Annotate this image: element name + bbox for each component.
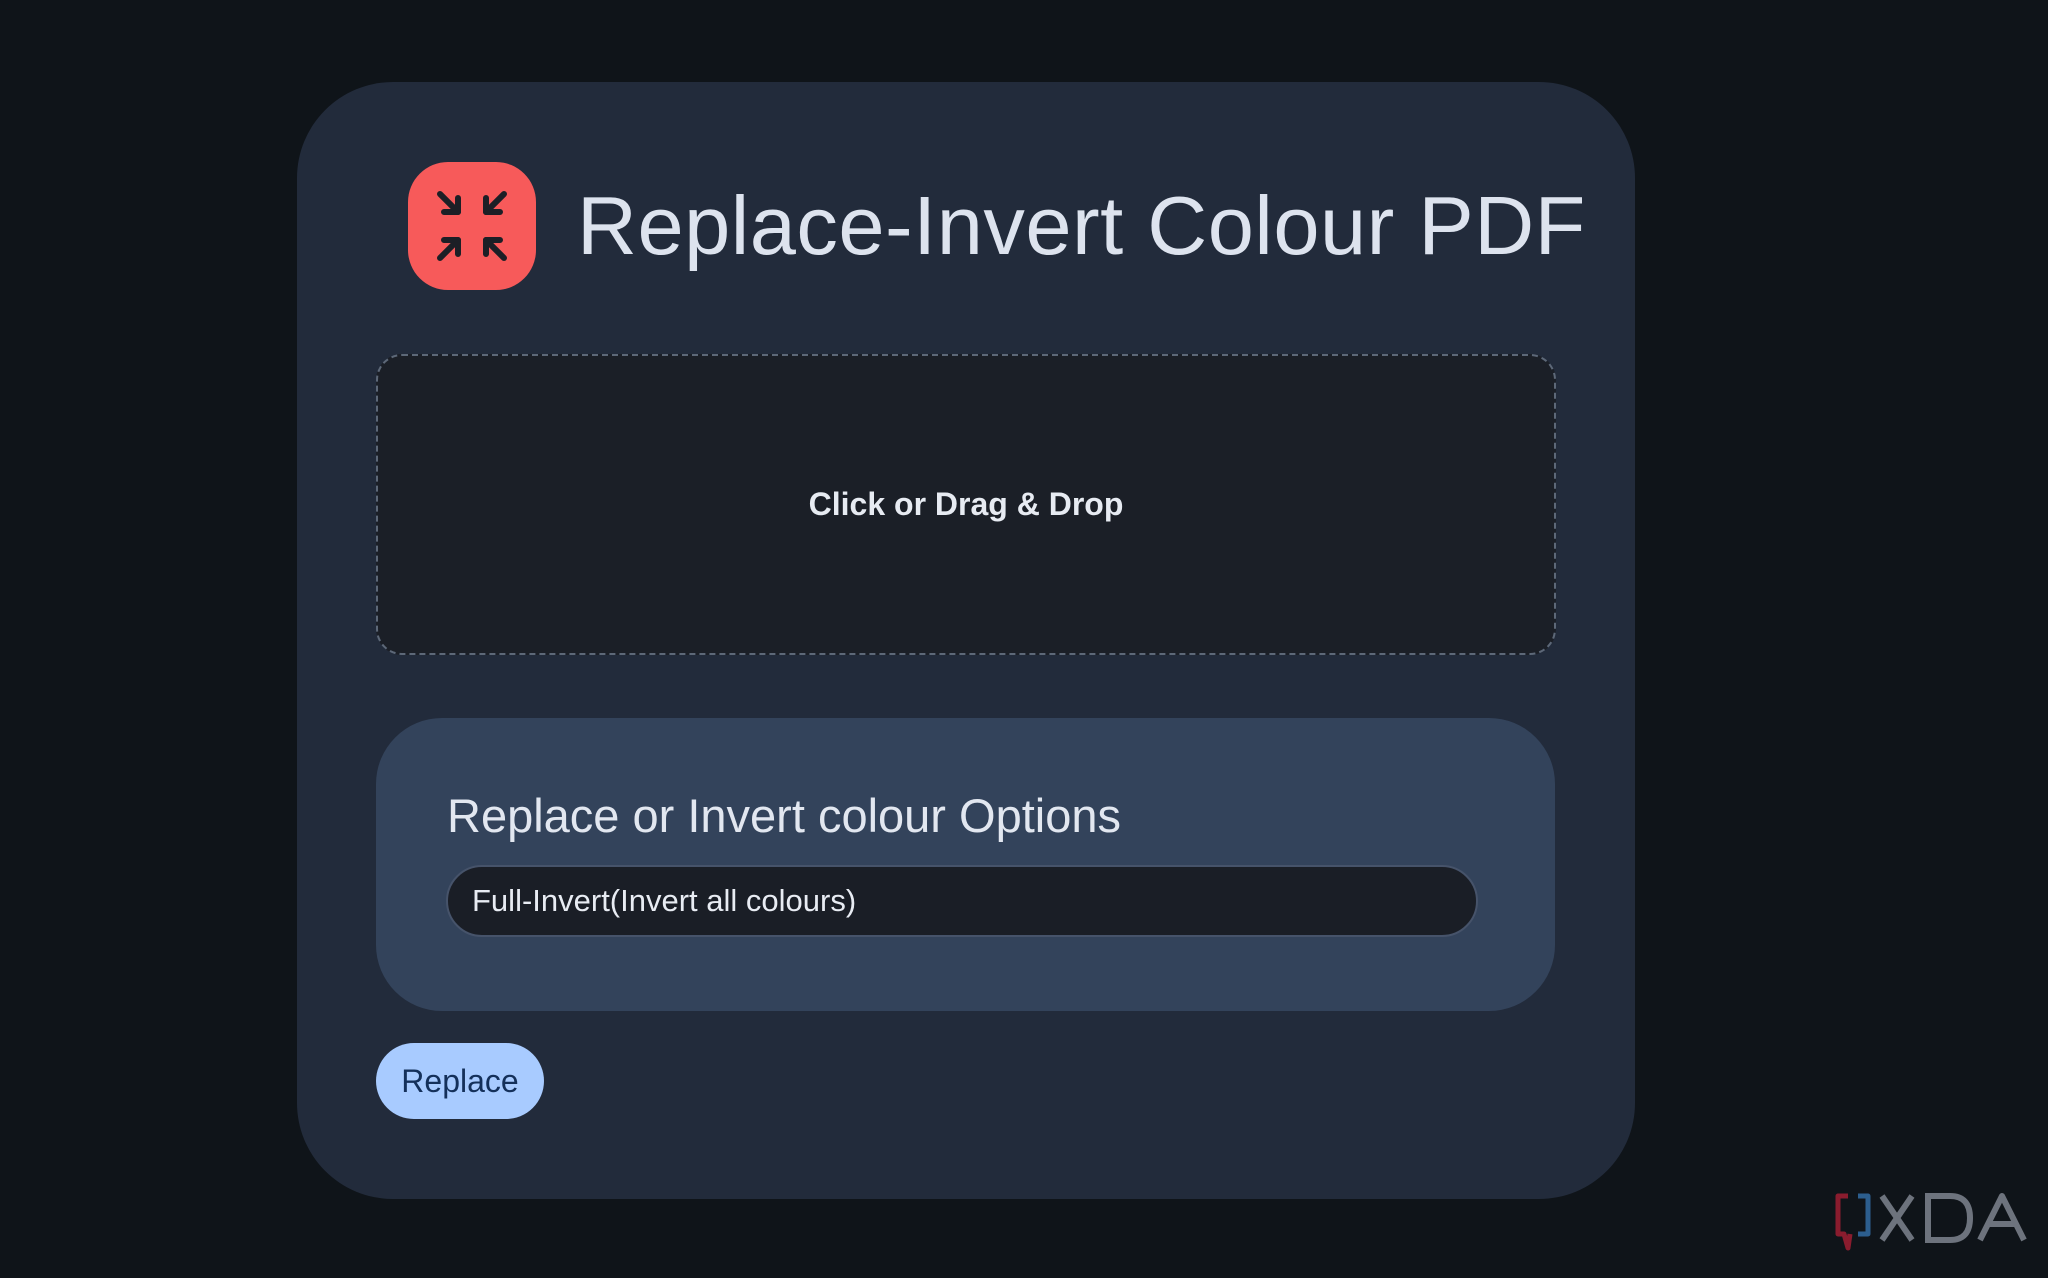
options-panel: Replace or Invert colour Options Full-In… xyxy=(376,718,1555,1011)
replace-button[interactable]: Replace xyxy=(376,1043,544,1119)
mode-select-value: Full-Invert(Invert all colours) xyxy=(472,883,857,918)
dropzone-label: Click or Drag & Drop xyxy=(808,486,1124,522)
tool-card: Replace-Invert Colour PDF Click or Drag … xyxy=(297,82,1635,1199)
mode-select[interactable]: Full-Invert(Invert all colours) xyxy=(446,865,1478,937)
page-title: Replace-Invert Colour PDF xyxy=(577,179,1586,272)
compress-arrows-icon xyxy=(437,191,507,261)
header: Replace-Invert Colour PDF xyxy=(408,162,1586,290)
options-title: Replace or Invert colour Options xyxy=(447,789,1121,842)
xda-watermark-logo xyxy=(1834,1188,2030,1252)
app-logo xyxy=(408,162,536,290)
file-dropzone[interactable]: Click or Drag & Drop xyxy=(376,354,1556,655)
